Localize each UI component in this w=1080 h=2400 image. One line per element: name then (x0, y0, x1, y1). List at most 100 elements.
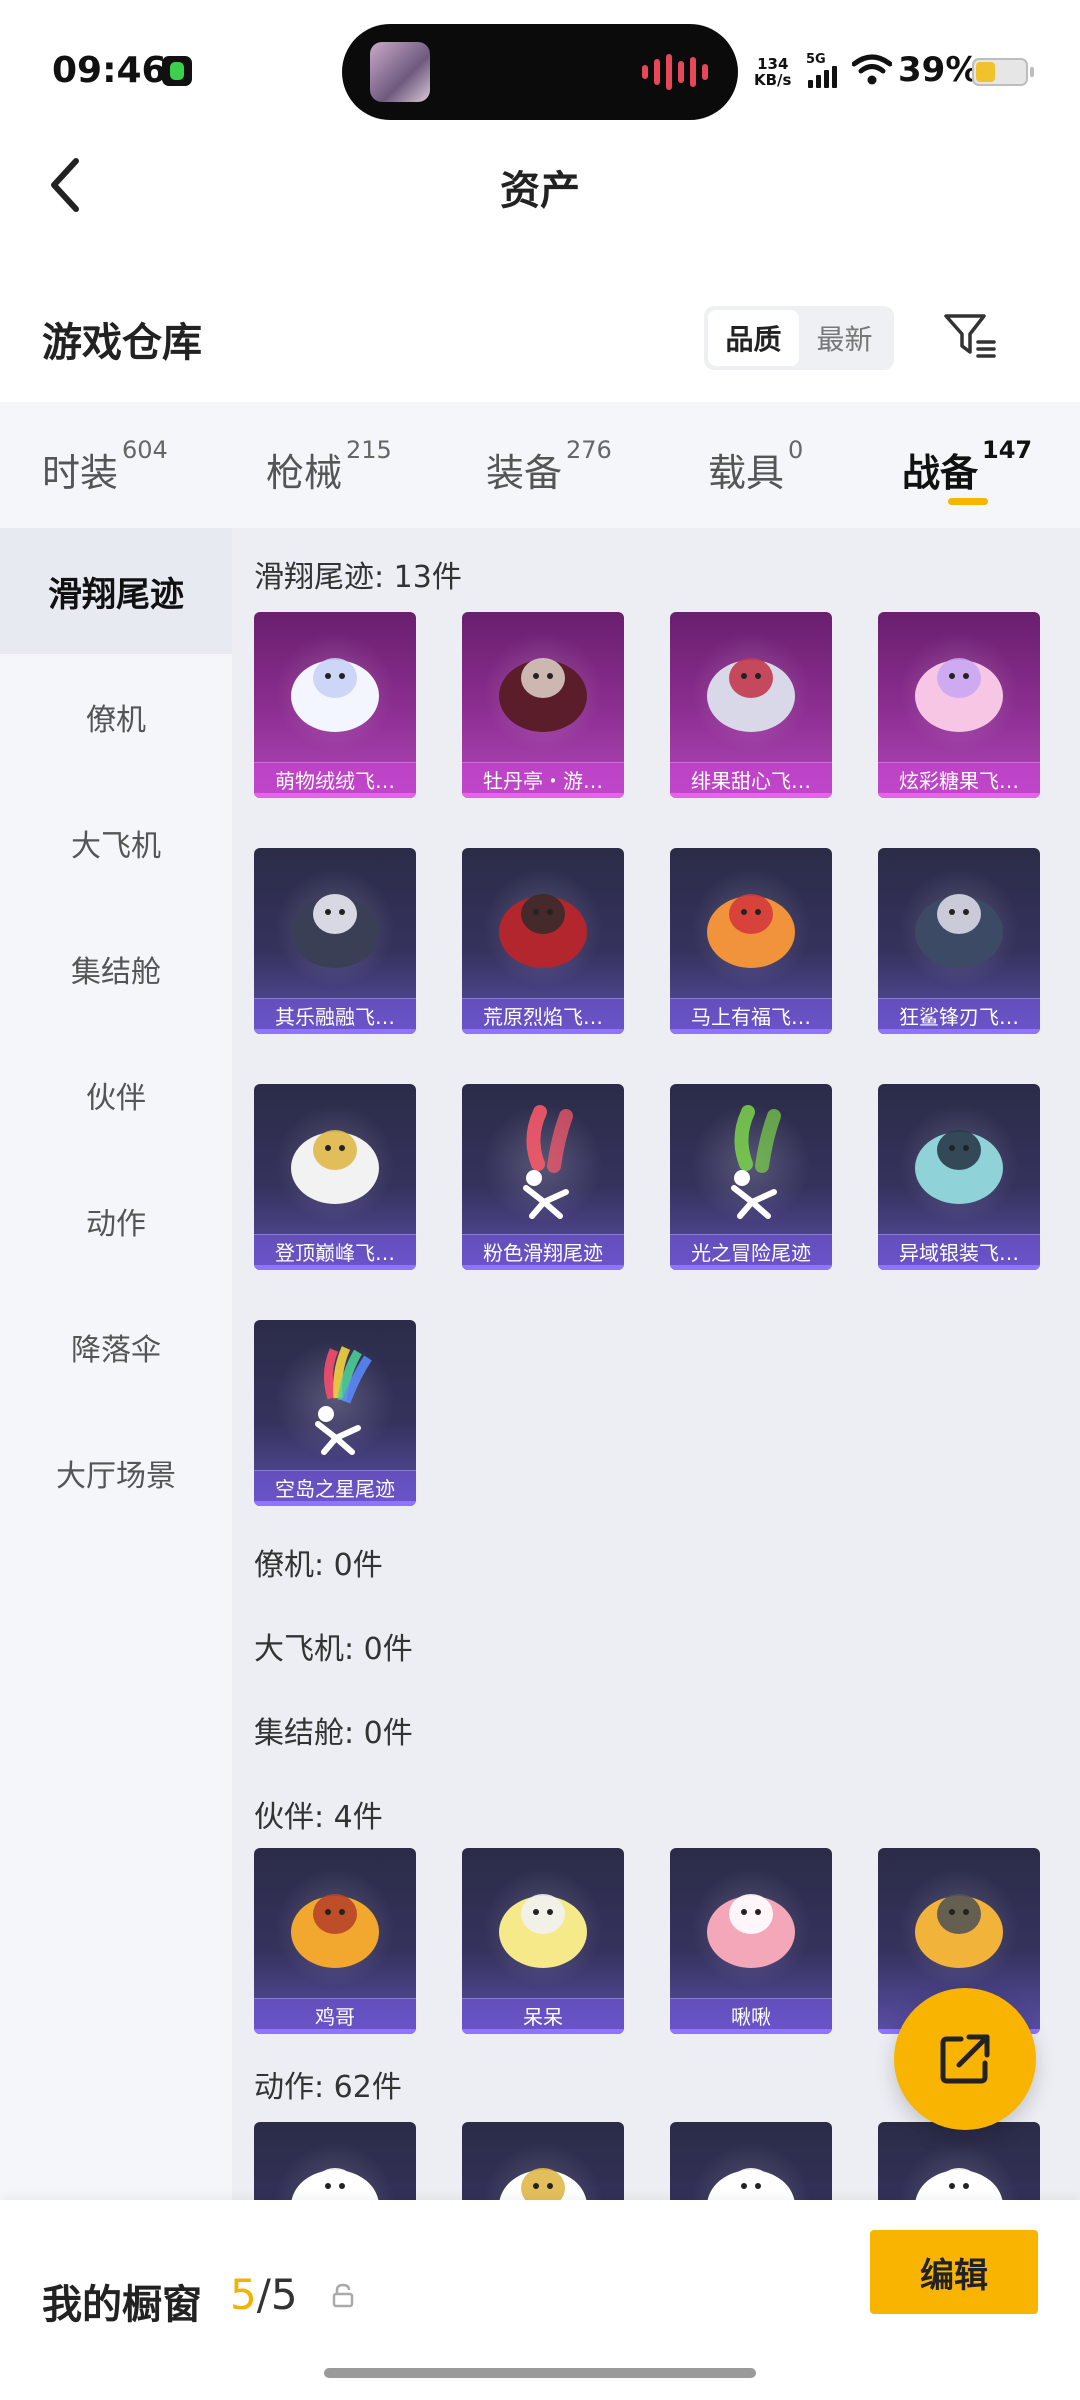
dynamic-island[interactable] (342, 24, 738, 120)
inventory-content[interactable]: 滑翔尾迹: 13件 萌物绒绒飞… 牡丹亭・游… 绯果甜心飞… 炫彩糖果飞… 其乐融融飞…… (232, 528, 1080, 2200)
group-heading-large-plane: 大飞机: 0件 (254, 1632, 413, 1667)
item-card[interactable]: 炫彩糖果飞… (878, 612, 1040, 798)
trophy-pose-icon (462, 2130, 624, 2200)
tab-vehicles[interactable]: 载具0 (708, 436, 803, 497)
showcase-count-current: 5 (230, 2270, 257, 2319)
signal-icon: 5G (806, 52, 842, 88)
rarity-stripe (670, 1265, 832, 1270)
item-card[interactable]: 鸡哥 (254, 1848, 416, 2034)
group-heading-companions: 伙伴: 4件 (254, 1800, 383, 1835)
showcase-count-total: /5 (256, 2270, 298, 2319)
active-tab-indicator (948, 498, 988, 505)
penguin-icon (254, 856, 416, 996)
rarity-stripe (254, 793, 416, 798)
battery-percent: 39% (898, 50, 980, 90)
side-item-parachutes[interactable]: 降落伞 (0, 1284, 232, 1410)
silver-wings-icon (878, 1092, 1040, 1232)
tab-label: 载具 (708, 451, 785, 495)
chicken-sunglasses-icon (254, 1856, 416, 1996)
item-card[interactable] (462, 2122, 624, 2200)
tab-label: 战备 (902, 451, 979, 495)
side-item-lobby-scenes[interactable]: 大厅场景 (0, 1410, 232, 1536)
sort-option-latest[interactable]: 最新 (799, 310, 890, 366)
share-external-icon (940, 2034, 990, 2084)
side-item-companions[interactable]: 伙伴 (0, 1032, 232, 1158)
tab-count: 276 (566, 436, 612, 464)
side-item-glide-trails[interactable]: 滑翔尾迹 (0, 528, 232, 654)
item-card[interactable]: 呆呆 (462, 1848, 624, 2034)
item-card[interactable]: 空岛之星尾迹 (254, 1320, 416, 1506)
item-card[interactable]: 光之冒险尾迹 (670, 1084, 832, 1270)
rarity-stripe (462, 1029, 624, 1034)
home-indicator (324, 2368, 756, 2378)
rarity-stripe (462, 793, 624, 798)
page-title: 资产 (500, 168, 580, 214)
tab-count: 604 (122, 436, 168, 464)
sort-toggle: 品质 最新 (704, 306, 894, 370)
item-card[interactable]: 啾啾 (670, 1848, 832, 2034)
item-card[interactable]: 其乐融融飞… (254, 848, 416, 1034)
side-item-emotes[interactable]: 动作 (0, 1158, 232, 1284)
rarity-stripe (878, 1265, 1040, 1270)
green-smoke-icon (670, 1092, 832, 1232)
tab-count: 215 (346, 436, 392, 464)
item-card[interactable]: 马上有福飞… (670, 848, 832, 1034)
rarity-stripe (670, 1029, 832, 1034)
side-nav: 滑翔尾迹 僚机 大飞机 集结舱 伙伴 动作 降落伞 大厅场景 (0, 528, 232, 2200)
network-speed: 134 KB/s (754, 56, 791, 88)
fruit-mask-icon (670, 620, 832, 760)
group-heading-assembly-pod: 集结舱: 0件 (254, 1716, 413, 1751)
tab-fashion[interactable]: 时装604 (42, 436, 168, 497)
rarity-stripe (254, 1265, 416, 1270)
pink-bird-icon (670, 1856, 832, 1996)
audio-wave-icon (642, 54, 708, 90)
tab-label: 枪械 (266, 451, 343, 495)
item-card[interactable]: 异域银装飞… (878, 1084, 1040, 1270)
status-time: 09:46 (52, 50, 167, 91)
rarity-stripe (670, 2029, 832, 2034)
share-button[interactable] (894, 1988, 1036, 2130)
item-card[interactable]: 登顶巅峰飞… (254, 1084, 416, 1270)
item-card[interactable] (670, 2122, 832, 2200)
edit-button[interactable]: 编辑 (870, 2230, 1038, 2314)
candy-crystal-icon (878, 620, 1040, 760)
tab-equipment[interactable]: 装备276 (486, 436, 612, 497)
item-card[interactable]: 荒原烈焰飞… (462, 848, 624, 1034)
item-card[interactable]: 粉色滑翔尾迹 (462, 1084, 624, 1270)
showcase-bar: 我的橱窗 5/5 编辑 (0, 2200, 1080, 2400)
battery-fill (976, 62, 995, 82)
side-item-large-plane[interactable]: 大飞机 (0, 780, 232, 906)
toy-horse-icon (670, 856, 832, 996)
filter-button[interactable] (940, 306, 1000, 366)
lock-icon (332, 2283, 354, 2308)
chick-icon (462, 1856, 624, 1996)
filter-icon (944, 314, 996, 358)
group-heading-glide-trails: 滑翔尾迹: 13件 (254, 560, 462, 595)
tab-label: 时装 (42, 451, 119, 495)
rarity-stripe (462, 1265, 624, 1270)
item-card[interactable] (878, 2122, 1040, 2200)
side-item-assembly-pod[interactable]: 集结舱 (0, 906, 232, 1032)
wifi-icon (852, 54, 892, 85)
helmet-chick-icon (878, 1856, 1040, 1996)
item-card[interactable]: 萌物绒绒飞… (254, 612, 416, 798)
sort-option-quality[interactable]: 品质 (708, 310, 799, 366)
app-notification-icon (162, 56, 192, 86)
side-item-wingman[interactable]: 僚机 (0, 654, 232, 780)
shark-icon (878, 856, 1040, 996)
rarity-stripe (462, 2029, 624, 2034)
rarity-stripe (254, 2029, 416, 2034)
rarity-stripe (254, 1501, 416, 1506)
rarity-stripe (878, 793, 1040, 798)
tab-battle-prep[interactable]: 战备147 (902, 436, 1032, 497)
item-card[interactable]: 绯果甜心飞… (670, 612, 832, 798)
tab-label: 装备 (486, 451, 563, 495)
signal-label: 5G (806, 52, 826, 67)
item-card[interactable] (254, 2122, 416, 2200)
flame-wings-icon (462, 856, 624, 996)
tab-weapons[interactable]: 枪械215 (266, 436, 392, 497)
item-card[interactable]: 牡丹亭・游… (462, 612, 624, 798)
rarity-stripe (878, 1029, 1040, 1034)
item-card[interactable]: 狂鲨锋刃飞… (878, 848, 1040, 1034)
showcase-count: 5/5 (230, 2270, 298, 2319)
